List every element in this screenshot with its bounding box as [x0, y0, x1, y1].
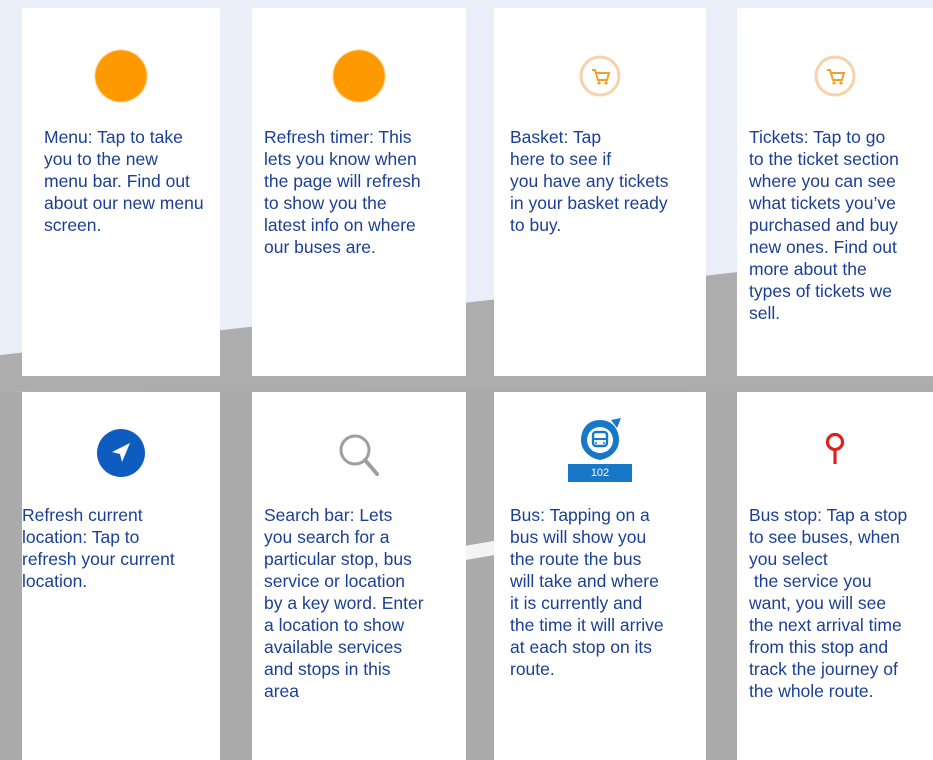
card-description: Basket: Tap here to see if you have any …: [510, 127, 669, 235]
bus-number-label: 102: [568, 464, 632, 482]
card-description: Bus stop: Tap a stop to see buses, when …: [749, 505, 908, 701]
card-description: Menu: Tap to take you to the new menu ba…: [44, 127, 204, 235]
bus-stop-pin-icon: [825, 432, 845, 464]
info-card-bus-stop: Bus stop: Tap a stop to see buses, when …: [737, 392, 933, 760]
card-description: Refresh current location: Tap to refresh…: [22, 505, 175, 591]
orange-dot-icon: [95, 50, 147, 102]
card-description: Bus: Tapping on a bus will show you the …: [510, 505, 664, 679]
card-description: Search bar: Lets you search for a partic…: [264, 505, 424, 701]
card-description: Refresh timer: This lets you know when t…: [264, 127, 421, 257]
info-card-refresh-timer: Refresh timer: This lets you know when t…: [252, 8, 466, 376]
location-arrow-icon: [97, 429, 145, 477]
orange-dot-icon: [333, 50, 385, 102]
bus-marker-icon: 102: [565, 416, 635, 488]
basket-icon: [579, 55, 621, 97]
info-card-search-bar: Search bar: Lets you search for a partic…: [252, 392, 466, 760]
info-card-basket: Basket: Tap here to see if you have any …: [494, 8, 706, 376]
search-icon: [339, 434, 379, 476]
info-card-menu: Menu: Tap to take you to the new menu ba…: [22, 8, 220, 376]
card-description: Tickets: Tap to go to the ticket section…: [749, 127, 899, 323]
info-card-bus: 102 Bus: Tapping on a bus will show you …: [494, 392, 706, 760]
basket-icon: [814, 55, 856, 97]
info-card-current-location: Refresh current location: Tap to refresh…: [22, 392, 220, 760]
info-card-tickets: Tickets: Tap to go to the ticket section…: [737, 8, 933, 376]
